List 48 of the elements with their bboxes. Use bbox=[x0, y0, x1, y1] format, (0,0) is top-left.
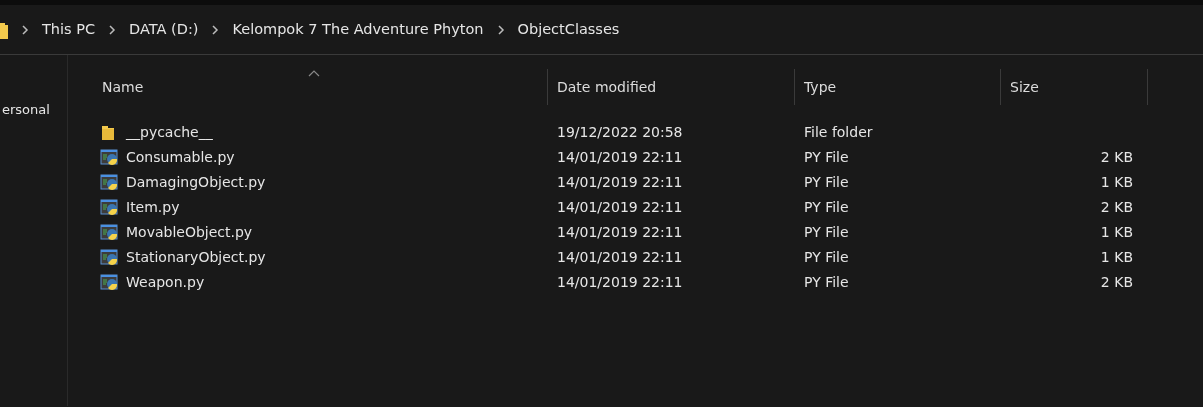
breadcrumb-item[interactable]: Kelompok 7 The Adventure Phyton bbox=[232, 18, 484, 41]
type-cell: PY File bbox=[804, 174, 849, 190]
folder-icon bbox=[0, 20, 8, 39]
size-cell: 1 KB bbox=[1100, 174, 1133, 190]
date-cell: 14/01/2019 22:11 bbox=[557, 174, 683, 190]
chevron-icon[interactable] bbox=[108, 24, 117, 35]
breadcrumb-item[interactable]: ObjectClasses bbox=[517, 18, 620, 41]
size-cell: 2 KB bbox=[1100, 199, 1133, 215]
type-cell: PY File bbox=[804, 274, 849, 290]
chevron-icon[interactable] bbox=[21, 24, 29, 35]
size-cell: 2 KB bbox=[1100, 149, 1133, 165]
file-name[interactable]: Consumable.py bbox=[126, 147, 235, 168]
sort-icon bbox=[307, 70, 320, 77]
type-cell: File folder bbox=[804, 124, 873, 140]
column-header[interactable]: Date modified bbox=[548, 69, 795, 105]
file-name[interactable]: DamagingObject.py bbox=[126, 172, 266, 193]
python-file-icon bbox=[100, 197, 120, 218]
type-cell: PY File bbox=[804, 249, 849, 265]
column-header[interactable]: Size bbox=[1001, 69, 1148, 105]
type-cell: PY File bbox=[804, 224, 849, 240]
python-file-icon bbox=[100, 272, 120, 293]
chevron-icon[interactable] bbox=[496, 24, 505, 35]
breadcrumb-item[interactable]: DATA (D:) bbox=[129, 18, 199, 41]
file-name[interactable]: StationaryObject.py bbox=[126, 247, 266, 268]
date-cell: 19/12/2022 20:58 bbox=[557, 124, 683, 140]
column-header[interactable]: Name bbox=[68, 69, 548, 105]
chevron-icon[interactable] bbox=[211, 24, 220, 35]
column-header[interactable]: Type bbox=[795, 69, 1001, 105]
size-cell: 1 KB bbox=[1100, 224, 1133, 240]
python-file-icon bbox=[100, 172, 120, 193]
nav-item[interactable]: ersonal bbox=[2, 100, 67, 120]
breadcrumb-item[interactable]: This PC bbox=[42, 18, 96, 41]
python-file-icon bbox=[100, 222, 120, 243]
date-cell: 14/01/2019 22:11 bbox=[557, 149, 683, 165]
python-file-icon bbox=[100, 247, 120, 268]
size-cell: 2 KB bbox=[1100, 274, 1133, 290]
date-cell: 14/01/2019 22:11 bbox=[557, 249, 683, 265]
file-name[interactable]: MovableObject.py bbox=[126, 222, 253, 243]
size-cell: 1 KB bbox=[1100, 249, 1133, 265]
date-cell: 14/01/2019 22:11 bbox=[557, 274, 683, 290]
file-name[interactable]: Item.py bbox=[126, 197, 180, 218]
file-name[interactable]: Weapon.py bbox=[126, 272, 205, 293]
type-cell: PY File bbox=[804, 149, 849, 165]
date-cell: 14/01/2019 22:11 bbox=[557, 224, 683, 240]
type-cell: PY File bbox=[804, 199, 849, 215]
date-cell: 14/01/2019 22:11 bbox=[557, 199, 683, 215]
file-name[interactable]: __pycache__ bbox=[126, 122, 213, 143]
python-file-icon bbox=[100, 147, 120, 168]
